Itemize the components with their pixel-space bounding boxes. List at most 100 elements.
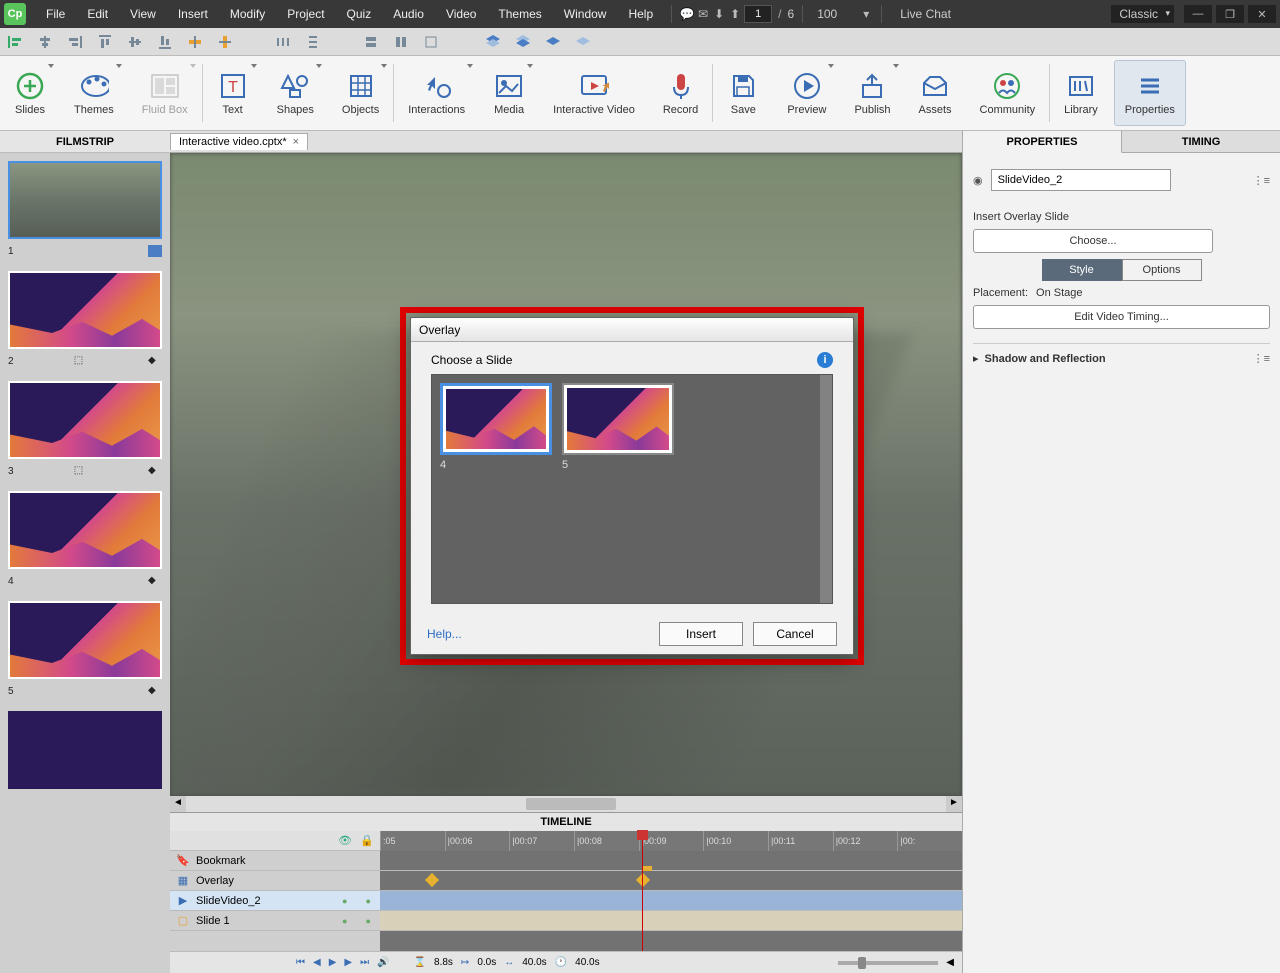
prev-frame-icon[interactable]: ◀ (313, 957, 321, 968)
slides-button[interactable]: Slides (0, 56, 60, 130)
record-button[interactable]: Record (649, 56, 712, 130)
first-frame-icon[interactable]: ⏮ (296, 957, 305, 968)
download-icon[interactable]: ⬇ (712, 7, 726, 21)
center-vertical-icon[interactable] (216, 33, 234, 51)
timing-tab[interactable]: TIMING (1122, 131, 1280, 153)
filmstrip-thumb-3[interactable] (8, 381, 162, 459)
text-button[interactable]: TText (203, 56, 263, 130)
properties-button[interactable]: Properties (1114, 60, 1186, 126)
preview-button[interactable]: Preview (773, 56, 840, 130)
fluidbox-button[interactable]: Fluid Box (128, 56, 202, 130)
scroll-left-icon[interactable]: ◄ (170, 796, 186, 812)
same-size-icon[interactable] (422, 33, 440, 51)
align-top-icon[interactable] (96, 33, 114, 51)
timeline-row-overlay[interactable]: ▦Overlay (170, 871, 380, 891)
playhead[interactable] (642, 831, 643, 951)
object-name-input[interactable] (991, 169, 1171, 191)
filmstrip-thumb-results[interactable] (8, 711, 162, 789)
mute-icon[interactable]: 🔊 (377, 957, 389, 968)
distribute-v-icon[interactable] (304, 33, 322, 51)
timeline-ruler[interactable]: :05|00:06|00:07|00:08|00:09|00:10|00:11|… (380, 831, 962, 851)
window-close-icon[interactable]: ✕ (1248, 5, 1276, 23)
next-frame-icon[interactable]: ▶ (344, 957, 352, 968)
document-tab[interactable]: Interactive video.cptx*× (170, 133, 308, 150)
menu-icon[interactable]: ⋮≡ (1253, 352, 1270, 365)
interactive-video-button[interactable]: Interactive Video (539, 56, 649, 130)
layer-back-icon[interactable] (514, 33, 532, 51)
timeline-track-video[interactable] (380, 891, 962, 911)
align-right-icon[interactable] (66, 33, 84, 51)
menu-window[interactable]: Window (554, 0, 617, 28)
same-height-icon[interactable] (392, 33, 410, 51)
filmstrip-thumb-2[interactable] (8, 271, 162, 349)
same-width-icon[interactable] (362, 33, 380, 51)
layer-backward-icon[interactable] (574, 33, 592, 51)
layer-forward-icon[interactable] (544, 33, 562, 51)
filmstrip-thumb-4[interactable] (8, 491, 162, 569)
menu-video[interactable]: Video (436, 0, 486, 28)
upload-icon[interactable]: ⬆ (728, 7, 742, 21)
menu-insert[interactable]: Insert (168, 0, 218, 28)
menu-modify[interactable]: Modify (220, 0, 275, 28)
timeline-track-overlay[interactable] (380, 871, 962, 891)
filmstrip-thumb-5[interactable] (8, 601, 162, 679)
align-bottom-icon[interactable] (156, 33, 174, 51)
menu-help[interactable]: Help (618, 0, 663, 28)
menu-themes[interactable]: Themes (488, 0, 551, 28)
page-number-input[interactable] (744, 5, 772, 23)
themes-button[interactable]: Themes (60, 56, 128, 130)
filmstrip-thumb-1[interactable] (8, 161, 162, 239)
play-icon[interactable]: ▶ (329, 957, 337, 968)
zoom-less-icon[interactable]: ◀ (946, 957, 954, 968)
window-restore-icon[interactable]: ❐ (1216, 5, 1244, 23)
publish-button[interactable]: Publish (840, 56, 904, 130)
center-horizontal-icon[interactable] (186, 33, 204, 51)
edit-video-timing-button[interactable]: Edit Video Timing... (973, 305, 1270, 329)
menu-view[interactable]: View (120, 0, 166, 28)
timeline-row-slidevideo[interactable]: ▶SlideVideo_2● ● (170, 891, 380, 911)
choose-overlay-button[interactable]: Choose... (973, 229, 1213, 253)
overlay-slide-option-5[interactable]: 5 (562, 383, 674, 471)
menu-audio[interactable]: Audio (383, 0, 434, 28)
collapse-icon[interactable]: ▸ (973, 352, 979, 365)
align-left-icon[interactable] (6, 33, 24, 51)
menu-quiz[interactable]: Quiz (337, 0, 382, 28)
comment-icon[interactable]: 💬 (680, 7, 694, 21)
scroll-thumb[interactable] (526, 798, 616, 810)
menu-project[interactable]: Project (277, 0, 334, 28)
layer-front-icon[interactable] (484, 33, 502, 51)
window-minimize-icon[interactable]: — (1184, 5, 1212, 23)
cancel-button[interactable]: Cancel (753, 622, 837, 646)
interactions-button[interactable]: Interactions (394, 56, 479, 130)
chevron-down-icon[interactable]: ▾ (859, 7, 873, 21)
style-segment[interactable]: Style (1042, 259, 1122, 281)
workspace-dropdown[interactable]: Classic▾ (1111, 5, 1174, 23)
menu-edit[interactable]: Edit (77, 0, 118, 28)
assets-button[interactable]: Assets (905, 56, 966, 130)
objects-button[interactable]: Objects (328, 56, 393, 130)
media-button[interactable]: Media (479, 56, 539, 130)
eye-icon[interactable]: ◉ (973, 174, 983, 187)
library-button[interactable]: Library (1050, 56, 1112, 130)
info-icon[interactable]: i (817, 352, 833, 368)
align-center-v-icon[interactable] (126, 33, 144, 51)
mail-icon[interactable]: ✉ (696, 7, 710, 21)
help-link[interactable]: Help... (427, 627, 462, 641)
timeline-row-slide1[interactable]: ▢Slide 1● ● (170, 911, 380, 931)
zoom-value[interactable]: 100 (811, 7, 857, 21)
options-segment[interactable]: Options (1122, 259, 1202, 281)
shapes-button[interactable]: Shapes (263, 56, 328, 130)
dialog-vscroll[interactable] (820, 375, 832, 603)
lock-icon[interactable]: 🔒 (360, 834, 374, 848)
insert-button[interactable]: Insert (659, 622, 743, 646)
timeline-track-bookmark[interactable] (380, 851, 962, 871)
community-button[interactable]: Community (966, 56, 1050, 130)
timeline-row-bookmark[interactable]: 🔖Bookmark (170, 851, 380, 871)
overlay-slide-option-4[interactable]: 4 (440, 383, 552, 471)
menu-file[interactable]: File (36, 0, 75, 28)
menu-icon[interactable]: ⋮≡ (1253, 174, 1270, 187)
eye-icon[interactable]: 👁 (338, 834, 352, 848)
align-center-h-icon[interactable] (36, 33, 54, 51)
live-chat-link[interactable]: Live Chat (890, 7, 961, 21)
zoom-slider[interactable] (838, 961, 938, 965)
